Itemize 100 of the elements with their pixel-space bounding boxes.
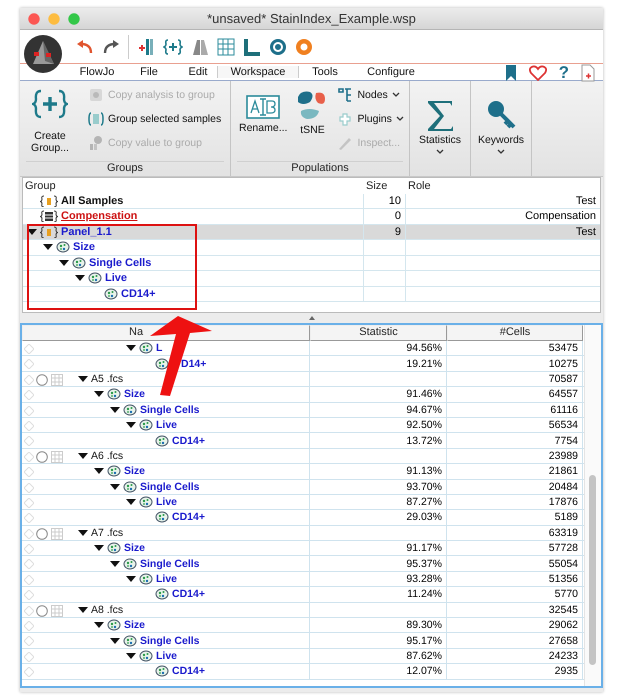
sample-row[interactable]: Live 92.50% 56534 <box>22 418 584 434</box>
sample-row[interactable]: CD14+ 29.03% 5189 <box>22 510 584 526</box>
expand-triangle-icon[interactable] <box>75 274 85 282</box>
menu-tab[interactable]: Tools <box>299 66 351 78</box>
section-label: Populations <box>237 161 403 176</box>
expand-triangle-icon[interactable] <box>110 406 120 414</box>
expand-triangle-icon[interactable] <box>94 467 104 476</box>
splitter-handle-icon[interactable] <box>308 316 314 320</box>
expand-triangle-icon[interactable] <box>43 243 53 252</box>
sample-row[interactable]: Size 91.13% 21861 <box>22 464 584 480</box>
expand-triangle-icon[interactable] <box>110 482 120 491</box>
expand-triangle-icon[interactable] <box>78 528 88 537</box>
sample-row[interactable]: A7 .fcs 63319 <box>22 526 584 542</box>
layout-icon[interactable] <box>191 38 209 56</box>
menu-tab[interactable]: Workspace <box>217 66 299 78</box>
matrix-icon <box>40 210 58 222</box>
tsne-button[interactable]: tSNE <box>295 85 330 136</box>
sample-row[interactable]: Single Cells 95.17% 27658 <box>22 633 584 649</box>
expand-triangle-icon[interactable] <box>27 228 37 236</box>
sample-row[interactable]: Single Cells 94.67% 61116 <box>22 402 584 418</box>
column-header[interactable]: Statistic <box>310 325 447 341</box>
group-icon[interactable] <box>163 38 183 56</box>
expand-triangle-icon[interactable] <box>126 344 136 352</box>
expand-triangle-icon[interactable] <box>59 258 69 267</box>
key-icon <box>486 98 516 130</box>
radio-icon[interactable] <box>36 450 48 463</box>
expand-triangle-icon[interactable] <box>110 560 120 568</box>
add-sample-icon[interactable] <box>137 36 155 56</box>
expand-triangle-icon[interactable] <box>78 606 88 614</box>
statistic-value: 29.03% <box>406 511 442 524</box>
sample-row[interactable]: Live 87.62% 24233 <box>22 648 584 664</box>
statistics-button[interactable]: Statistics <box>410 92 470 164</box>
expand-triangle-icon[interactable] <box>126 421 136 430</box>
sample-row[interactable]: Size 91.17% 57728 <box>22 541 584 556</box>
expand-triangle-icon[interactable] <box>78 374 88 383</box>
sample-row[interactable]: Single Cells 93.70% 20484 <box>22 480 584 495</box>
menu-tab[interactable]: Configure <box>351 66 431 78</box>
group-row[interactable]: CD14+ <box>23 286 600 302</box>
diamond-icon <box>24 482 34 493</box>
sample-row[interactable]: A6 .fcs 23989 <box>22 448 584 464</box>
gate-icon <box>107 619 121 632</box>
bookmark-icon[interactable] <box>504 65 517 81</box>
menu-tab[interactable]: Edit <box>179 66 217 78</box>
size-value: 0 <box>394 210 401 222</box>
statistic-value: 93.28% <box>406 573 442 586</box>
sample-row[interactable]: Size 89.30% 29062 <box>22 618 584 634</box>
heart-icon[interactable] <box>528 65 547 81</box>
diamond-icon <box>24 574 34 585</box>
close-button[interactable] <box>28 12 40 24</box>
scrollbar-thumb[interactable] <box>589 475 596 665</box>
statistic-value: 87.62% <box>406 650 442 662</box>
ribbon-item[interactable]: Nodes <box>337 87 404 103</box>
statistic-value: 87.27% <box>406 496 442 508</box>
group-name: Live <box>105 272 128 284</box>
menu-tab[interactable]: File <box>119 66 179 78</box>
copy-value-icon <box>88 135 104 151</box>
sample-row[interactable]: Single Cells 95.37% 55054 <box>22 556 584 572</box>
radio-icon[interactable] <box>36 528 48 540</box>
sample-row[interactable]: CD14+ 12.07% 2935 <box>22 664 584 680</box>
expand-triangle-icon[interactable] <box>110 636 120 645</box>
radio-icon[interactable] <box>36 374 48 386</box>
create-group-button[interactable]: Create Group... <box>20 85 80 154</box>
expand-triangle-icon[interactable] <box>126 575 136 584</box>
help-button[interactable]: ? <box>558 65 569 81</box>
group-row[interactable]: Single Cells <box>23 256 600 271</box>
gate-icon <box>107 465 121 478</box>
expand-triangle-icon[interactable] <box>126 652 136 660</box>
table-icon[interactable] <box>217 38 235 56</box>
undo-icon[interactable] <box>76 38 94 54</box>
sample-row[interactable]: CD14+ 11.24% 5770 <box>22 587 584 603</box>
group-row[interactable]: Size <box>23 240 600 256</box>
sample-row[interactable]: A8 .fcs 32545 <box>22 602 584 618</box>
sample-row[interactable]: Live 87.27% 17876 <box>22 494 584 510</box>
rename-button[interactable]: Rename... <box>239 85 288 134</box>
gate-icon <box>72 256 86 269</box>
menu-tab[interactable]: FlowJo <box>75 66 119 78</box>
keywords-button[interactable]: Keywords <box>471 92 531 164</box>
expand-triangle-icon[interactable] <box>94 621 104 630</box>
sample-row[interactable]: Live 93.28% 51356 <box>22 572 584 588</box>
column-header[interactable]: #Cells <box>447 325 583 341</box>
diamond-icon <box>24 374 34 385</box>
expand-triangle-icon[interactable] <box>78 452 88 460</box>
ribbon-item[interactable]: Group selected samples <box>88 111 222 127</box>
new-document-icon[interactable] <box>581 64 595 82</box>
sample-row[interactable]: CD14+ 13.72% 7754 <box>22 433 584 449</box>
scrollbar[interactable] <box>584 325 601 686</box>
group-row[interactable]: All Samples 10 Test <box>23 194 600 209</box>
pencil-icon <box>337 135 354 151</box>
expand-triangle-icon[interactable] <box>94 544 104 552</box>
ribbon-item[interactable]: Plugins <box>337 111 404 127</box>
diamond-icon <box>24 344 34 354</box>
expand-triangle-icon[interactable] <box>126 498 136 506</box>
cell-count: 23989 <box>548 450 578 462</box>
radio-icon[interactable] <box>36 604 48 617</box>
expand-triangle-icon[interactable] <box>94 390 104 398</box>
redo-icon[interactable] <box>102 38 120 54</box>
chart-icon[interactable] <box>243 38 261 56</box>
group-row[interactable]: Live <box>23 271 600 286</box>
group-row[interactable]: Panel_1.1 9 Test <box>23 224 600 240</box>
gate-icon <box>123 558 137 570</box>
